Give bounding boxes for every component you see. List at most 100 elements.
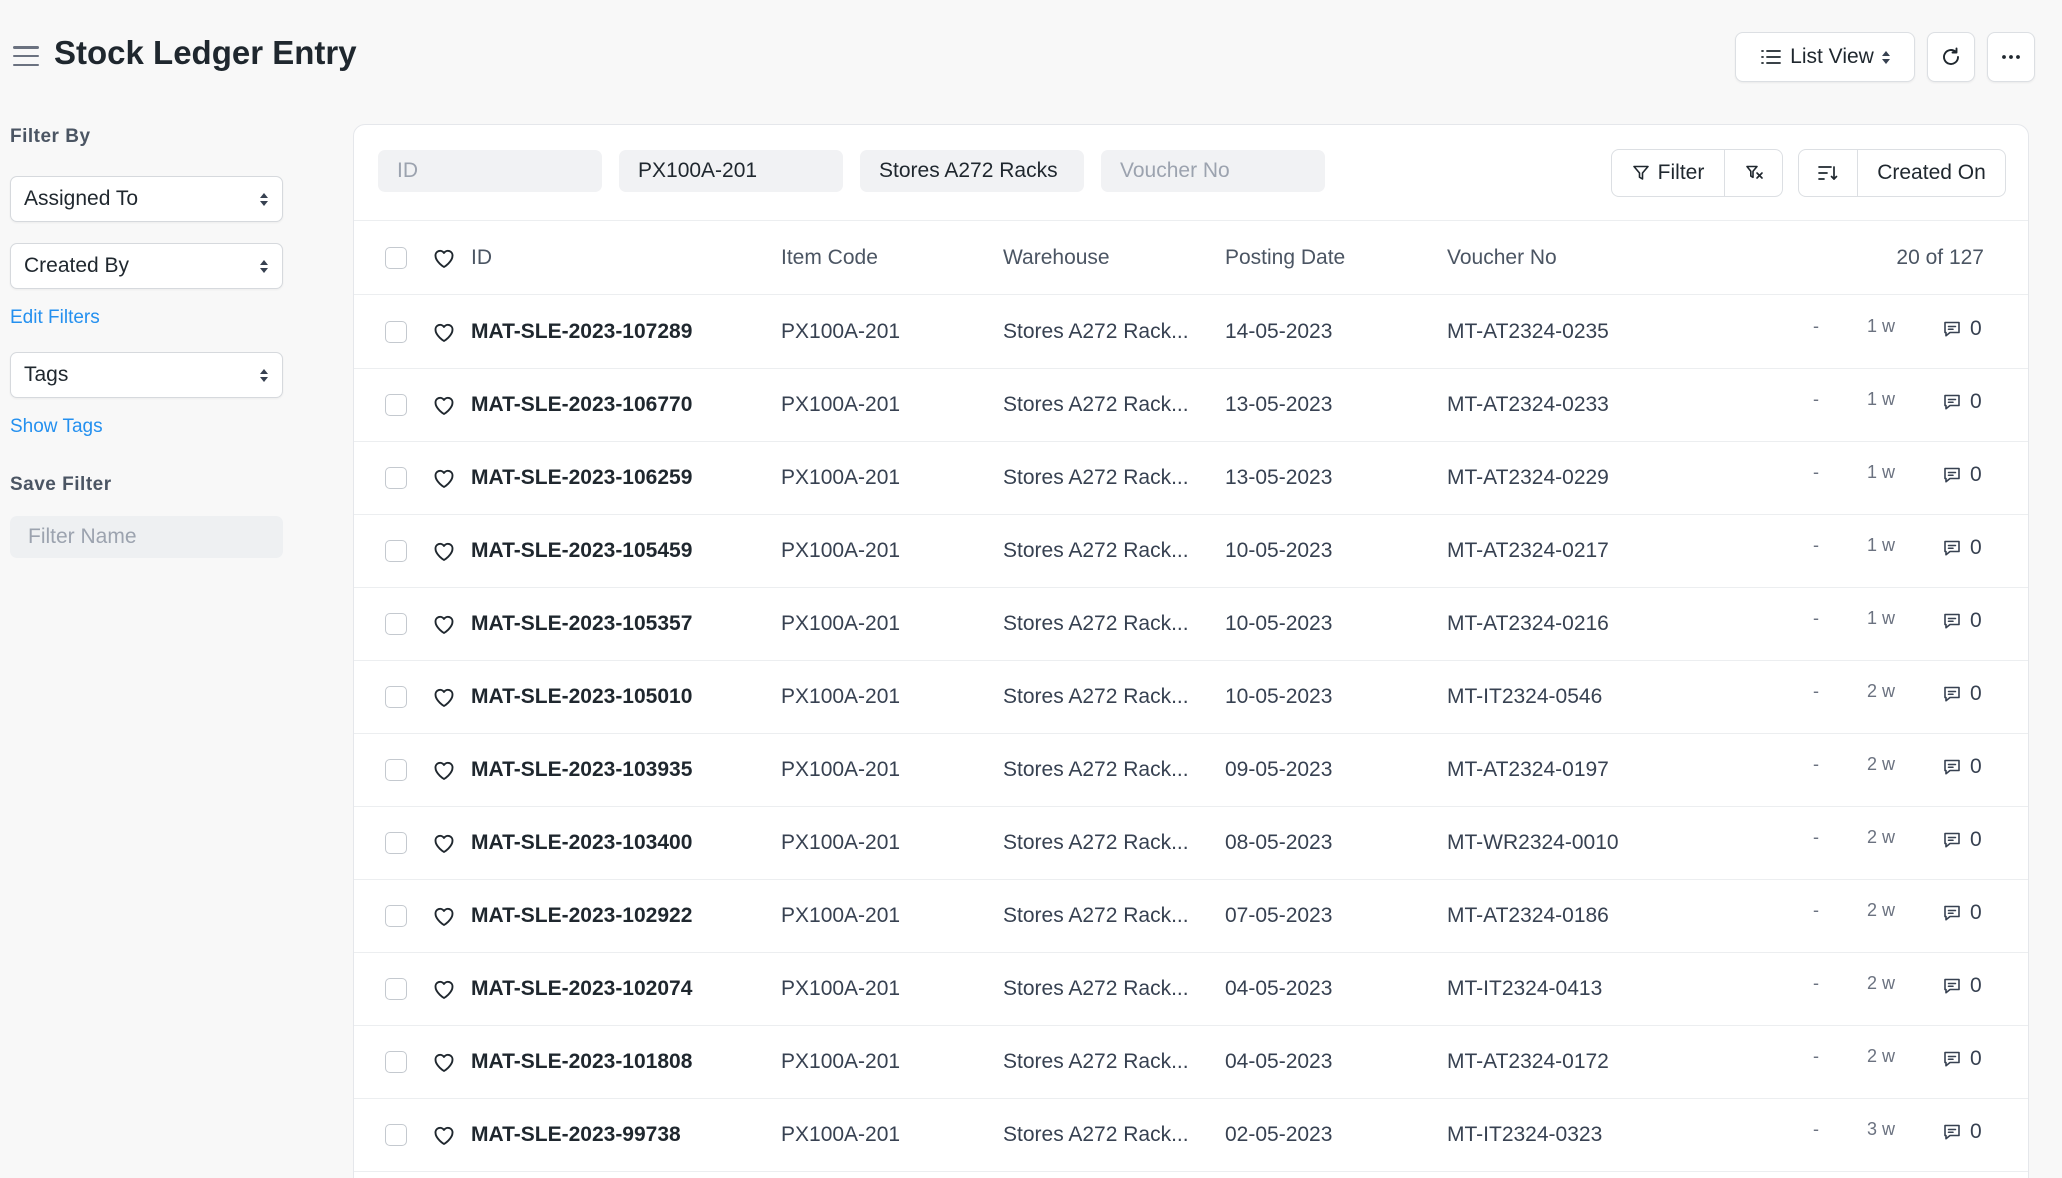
row-comments[interactable]: 0 xyxy=(1942,293,1982,365)
list-view-button[interactable]: List View xyxy=(1735,32,1915,82)
column-header-voucher-no[interactable]: Voucher No xyxy=(1447,221,1557,294)
row-comments[interactable]: 0 xyxy=(1942,366,1982,438)
heart-icon[interactable] xyxy=(432,540,456,562)
heart-icon[interactable] xyxy=(432,613,456,635)
row-comments[interactable]: 0 xyxy=(1942,658,1982,730)
comment-icon xyxy=(1944,1051,1960,1067)
row-modified-time: 2 w xyxy=(1867,680,1896,701)
row-checkbox[interactable] xyxy=(385,686,407,708)
select-all-checkbox[interactable] xyxy=(385,246,407,269)
row-posting-date: 10-05-2023 xyxy=(1225,685,1333,708)
row-comments[interactable]: 0 xyxy=(1942,950,1982,1022)
heart-icon[interactable] xyxy=(432,978,456,1000)
heart-icon[interactable] xyxy=(432,1051,456,1073)
row-id-link[interactable]: MAT-SLE-2023-105010 xyxy=(471,661,692,733)
row-checkbox[interactable] xyxy=(385,613,407,635)
heart-icon[interactable] xyxy=(432,686,456,708)
row-comments[interactable]: 0 xyxy=(1942,731,1982,803)
heart-icon[interactable] xyxy=(432,467,456,489)
row-comments[interactable]: 0 xyxy=(1942,512,1982,584)
row-posting-date: 04-05-2023 xyxy=(1225,977,1333,1000)
row-id-link[interactable]: MAT-SLE-2023-102074 xyxy=(471,953,692,1025)
column-header-id[interactable]: ID xyxy=(471,221,492,294)
table-row[interactable]: MAT-SLE-2023-103400 PX100A-201 Stores A2… xyxy=(354,807,2028,880)
row-id-link[interactable]: MAT-SLE-2023-101808 xyxy=(471,1026,692,1098)
table-row[interactable]: MAT-SLE-2023-101808 PX100A-201 Stores A2… xyxy=(354,1026,2028,1099)
chevron-up-down-icon xyxy=(260,259,268,273)
row-id-link[interactable]: MAT-SLE-2023-99738 xyxy=(471,1099,681,1171)
table-row[interactable]: MAT-SLE-2023-103935 PX100A-201 Stores A2… xyxy=(354,734,2028,807)
table-row[interactable]: MAT-SLE-2023-102074 PX100A-201 Stores A2… xyxy=(354,953,2028,1026)
comment-icon xyxy=(1944,759,1960,775)
table-row[interactable]: MAT-SLE-2023-106770 PX100A-201 Stores A2… xyxy=(354,369,2028,442)
row-checkbox[interactable] xyxy=(385,394,407,416)
row-modified-time: 1 w xyxy=(1867,461,1896,482)
row-comments[interactable]: 0 xyxy=(1942,804,1982,876)
row-comments[interactable]: 0 xyxy=(1942,877,1982,949)
item-code-filter-input[interactable] xyxy=(619,150,843,192)
sort-order-button[interactable] xyxy=(1799,150,1857,196)
show-tags-link[interactable]: Show Tags xyxy=(10,416,284,438)
edit-filters-link[interactable]: Edit Filters xyxy=(10,307,284,329)
row-id-link[interactable]: MAT-SLE-2023-105459 xyxy=(471,515,692,587)
heart-icon[interactable] xyxy=(432,321,456,343)
row-checkbox[interactable] xyxy=(385,1051,407,1073)
clear-filters-button[interactable] xyxy=(1724,150,1782,196)
row-id-link[interactable]: MAT-SLE-2023-106770 xyxy=(471,369,692,441)
row-checkbox[interactable] xyxy=(385,759,407,781)
heart-icon[interactable] xyxy=(432,905,456,927)
table-row[interactable]: MAT-SLE-2023-107289 PX100A-201 Stores A2… xyxy=(354,296,2028,369)
row-comments[interactable]: 0 xyxy=(1942,1096,1982,1168)
column-header-item-code[interactable]: Item Code xyxy=(781,221,878,294)
table-row[interactable]: MAT-SLE-2023-105459 PX100A-201 Stores A2… xyxy=(354,515,2028,588)
refresh-button[interactable] xyxy=(1927,32,1975,82)
row-id-link[interactable]: MAT-SLE-2023-105357 xyxy=(471,588,692,660)
more-actions-button[interactable] xyxy=(1987,32,2035,82)
column-header-posting-date[interactable]: Posting Date xyxy=(1225,221,1345,294)
id-filter-input[interactable] xyxy=(378,150,602,192)
heart-icon[interactable] xyxy=(432,759,456,781)
table-row[interactable]: MAT-SLE-2023-99738 PX100A-201 Stores A27… xyxy=(354,1099,2028,1172)
heart-icon[interactable] xyxy=(432,1124,456,1146)
sort-by-button[interactable]: Created On xyxy=(1857,150,2005,196)
row-checkbox[interactable] xyxy=(385,832,407,854)
row-checkbox[interactable] xyxy=(385,467,407,489)
row-comments[interactable]: 0 xyxy=(1942,439,1982,511)
row-comment-count: 0 xyxy=(1970,317,1982,340)
table-row[interactable]: MAT-SLE-2023-102922 PX100A-201 Stores A2… xyxy=(354,880,2028,953)
sidebar-toggle-icon[interactable] xyxy=(13,46,39,66)
row-id-link[interactable]: MAT-SLE-2023-107289 xyxy=(471,296,692,368)
table-row[interactable]: MAT-SLE-2023-105357 PX100A-201 Stores A2… xyxy=(354,588,2028,661)
row-id-link[interactable]: MAT-SLE-2023-103400 xyxy=(471,807,692,879)
row-checkbox[interactable] xyxy=(385,905,407,927)
row-comments[interactable]: 0 xyxy=(1942,585,1982,657)
table-row[interactable]: MAT-SLE-2023-105010 PX100A-201 Stores A2… xyxy=(354,661,2028,734)
row-voucher-no: MT-AT2324-0186 xyxy=(1447,904,1609,927)
heart-icon[interactable] xyxy=(432,832,456,854)
tags-select[interactable]: Tags xyxy=(10,352,283,398)
row-id-link[interactable]: MAT-SLE-2023-106259 xyxy=(471,442,692,514)
save-filter-heading: Save Filter xyxy=(10,474,112,495)
heart-icon[interactable] xyxy=(432,247,456,269)
row-comment-count: 0 xyxy=(1970,901,1982,924)
row-checkbox[interactable] xyxy=(385,540,407,562)
table-row[interactable]: MAT-SLE-2023-106259 PX100A-201 Stores A2… xyxy=(354,442,2028,515)
filter-name-input[interactable] xyxy=(10,516,283,558)
row-posting-date: 08-05-2023 xyxy=(1225,831,1333,854)
filter-button[interactable]: Filter xyxy=(1612,150,1724,196)
row-dash: - xyxy=(1813,1118,1819,1139)
voucher-no-filter-input[interactable] xyxy=(1101,150,1325,192)
created-by-select[interactable]: Created By xyxy=(10,243,283,289)
warehouse-filter-input[interactable] xyxy=(860,150,1084,192)
assigned-to-select[interactable]: Assigned To xyxy=(10,176,283,222)
row-checkbox[interactable] xyxy=(385,321,407,343)
row-id-link[interactable]: MAT-SLE-2023-102922 xyxy=(471,880,692,952)
column-header-warehouse[interactable]: Warehouse xyxy=(1003,221,1110,294)
row-warehouse: Stores A272 Rack... xyxy=(1003,831,1189,854)
heart-icon[interactable] xyxy=(432,394,456,416)
row-comments[interactable]: 0 xyxy=(1942,1023,1982,1095)
list-view-label: List View xyxy=(1790,45,1874,68)
row-checkbox[interactable] xyxy=(385,1124,407,1146)
row-checkbox[interactable] xyxy=(385,978,407,1000)
row-id-link[interactable]: MAT-SLE-2023-103935 xyxy=(471,734,692,806)
